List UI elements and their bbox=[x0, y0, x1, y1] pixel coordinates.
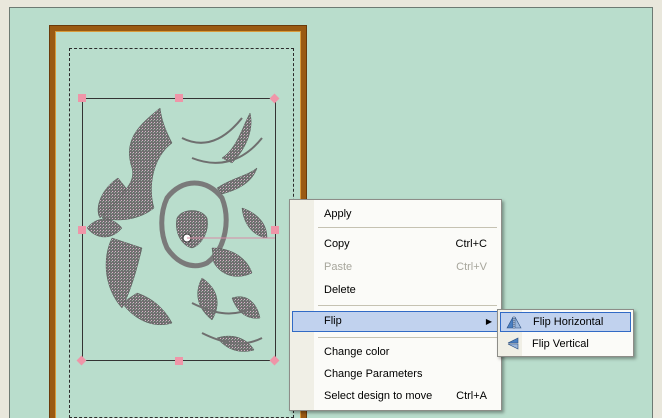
menu-item-label: Change Parameters bbox=[324, 368, 423, 380]
menu-item-label: Select design to move bbox=[324, 390, 433, 402]
menu-item-flip-vertical[interactable]: Flip Vertical bbox=[500, 334, 631, 354]
menu-item-shortcut: Ctrl+V bbox=[456, 261, 487, 273]
menu-item-select-design-to-move[interactable]: Select design to move Ctrl+A bbox=[316, 386, 497, 406]
menu-item-flip[interactable]: Flip ▶ bbox=[292, 311, 499, 332]
menu-item-label: Delete bbox=[324, 284, 356, 296]
selection-box[interactable] bbox=[82, 98, 276, 361]
submenu-item-label: Flip Horizontal bbox=[533, 316, 604, 328]
menu-item-flip-horizontal[interactable]: Flip Horizontal bbox=[500, 312, 631, 332]
menu-item-label: Flip bbox=[324, 315, 342, 327]
menu-item-delete[interactable]: Delete bbox=[316, 280, 497, 300]
flip-horizontal-icon bbox=[506, 316, 522, 335]
flip-vertical-icon bbox=[505, 337, 521, 357]
menu-item-copy[interactable]: Copy Ctrl+C bbox=[316, 234, 497, 254]
menu-separator bbox=[318, 305, 497, 306]
menu-separator bbox=[318, 337, 497, 338]
menu-icon-strip bbox=[290, 200, 314, 410]
menu-separator bbox=[318, 227, 497, 228]
menu-item-paste: Paste Ctrl+V bbox=[316, 257, 497, 277]
resize-handle-right[interactable] bbox=[271, 226, 279, 234]
submenu-arrow-icon: ▶ bbox=[485, 317, 492, 326]
menu-item-change-color[interactable]: Change color bbox=[316, 342, 497, 362]
menu-item-label: Apply bbox=[324, 208, 352, 220]
resize-handle-top-left[interactable] bbox=[78, 94, 86, 102]
resize-handle-top[interactable] bbox=[175, 94, 183, 102]
menu-item-change-parameters[interactable]: Change Parameters bbox=[316, 364, 497, 384]
resize-handle-left[interactable] bbox=[78, 226, 86, 234]
context-menu: Apply Copy Ctrl+C Paste Ctrl+V Delete Fl… bbox=[289, 199, 502, 411]
resize-handle-bottom[interactable] bbox=[175, 357, 183, 365]
menu-item-shortcut: Ctrl+C bbox=[455, 238, 487, 250]
menu-item-label: Paste bbox=[324, 261, 353, 273]
submenu-item-label: Flip Vertical bbox=[532, 338, 589, 350]
flip-submenu: Flip Horizontal Flip Vertical bbox=[497, 309, 634, 357]
menu-item-label: Change color bbox=[324, 346, 390, 358]
menu-item-apply[interactable]: Apply bbox=[316, 204, 497, 224]
menu-item-shortcut: Ctrl+A bbox=[456, 390, 487, 402]
menu-item-label: Copy bbox=[324, 238, 350, 250]
